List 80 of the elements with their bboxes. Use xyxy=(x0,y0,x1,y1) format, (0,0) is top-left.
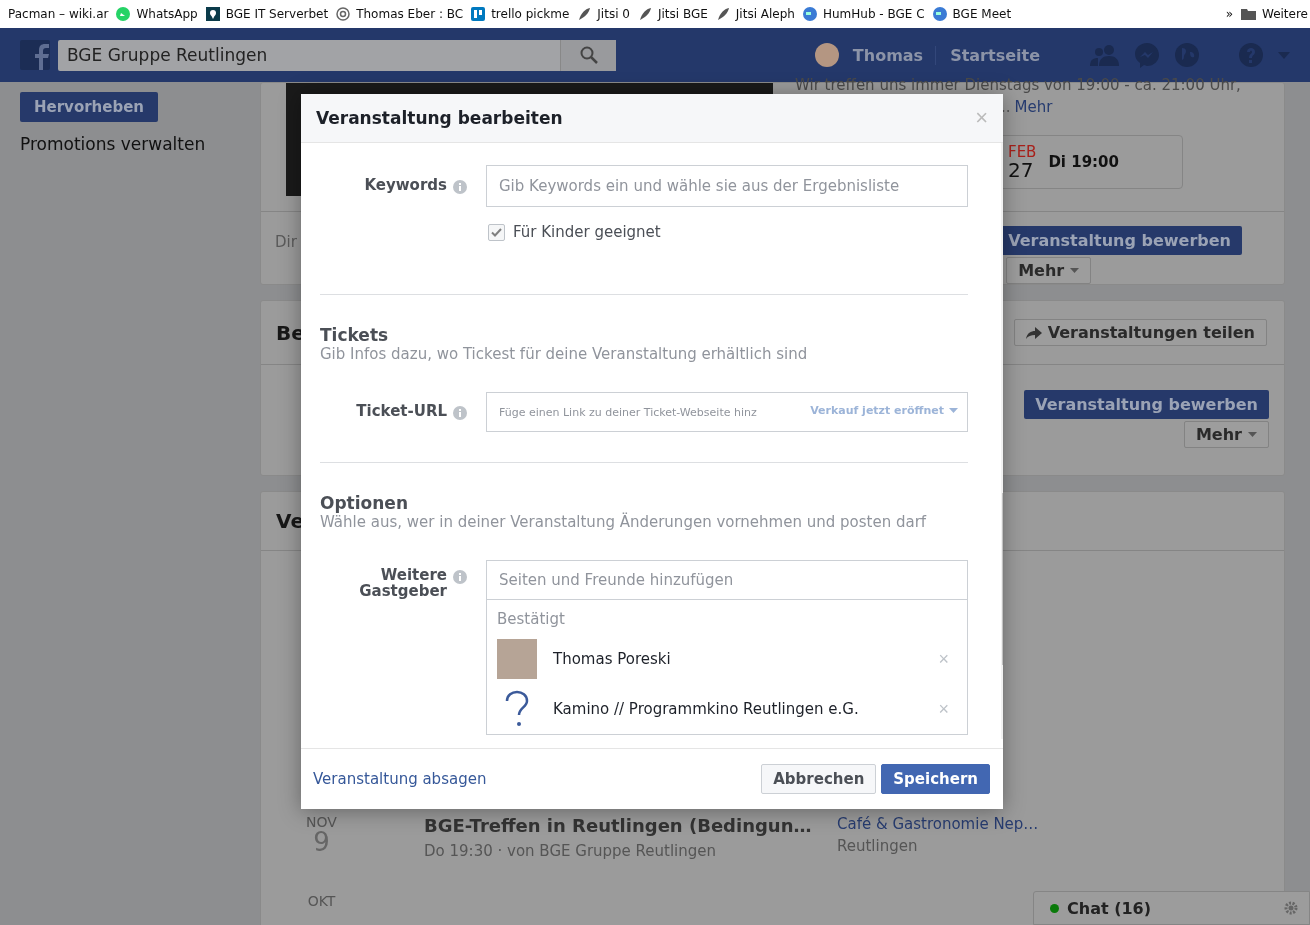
bookmark-link[interactable]: BGE Meet xyxy=(932,7,1012,21)
promote-event-button[interactable]: Veranstaltung bewerben xyxy=(1024,390,1269,419)
caret-icon xyxy=(1070,268,1080,273)
group-label: Bestätigt xyxy=(497,610,566,628)
month-text: OKT xyxy=(307,894,336,909)
highlight-button[interactable]: Hervorheben xyxy=(20,92,159,122)
bookmark-link[interactable]: BGE IT Serverbet xyxy=(205,7,329,21)
host-name: Thomas Poreski xyxy=(553,650,672,668)
cancel-button[interactable]: Abbrechen xyxy=(761,764,877,794)
section-title: Tickets xyxy=(320,325,390,345)
chat-bar[interactable]: Chat (16) xyxy=(1033,891,1310,925)
section-subtitle: Gib Infos dazu, wo Tickest für deine Veranstaltung erhältlich sind xyxy=(320,345,809,363)
bookmark-link[interactable]: trello pickme xyxy=(471,7,570,21)
city-text: Reutlingen xyxy=(837,836,919,855)
field-label: Keywords xyxy=(364,178,447,194)
month-text: FEB xyxy=(1008,144,1037,160)
more-link[interactable]: Mehr xyxy=(1014,98,1053,116)
avatar[interactable] xyxy=(814,43,839,67)
save-button[interactable]: Speichern xyxy=(881,764,990,794)
ellipsis-text: .. xyxy=(1001,98,1011,116)
folder-icon xyxy=(1240,8,1256,20)
bookmark-link[interactable]: Jitsi 0 xyxy=(577,7,630,21)
settings-icon[interactable] xyxy=(1283,900,1299,916)
share-arrow-icon xyxy=(1025,326,1042,339)
checkbox-label: Für Kinder geeignet xyxy=(513,223,661,241)
logo-icon[interactable] xyxy=(20,40,50,70)
keywords-field[interactable]: Gib Keywords ein und wähle sie aus der Ergebnisliste xyxy=(486,165,968,207)
info-icon xyxy=(453,406,467,420)
cancel-event-link[interactable]: Veranstaltung absagen xyxy=(313,770,487,788)
chat-bubble-icon xyxy=(116,7,131,21)
info-icon xyxy=(453,570,467,584)
field-label: Ticket-URL xyxy=(356,404,447,420)
search-icon xyxy=(579,46,598,64)
description-text: Wir treffen uns immer Dienstags von 19:00 - ca. 21:00 Uhr, xyxy=(795,76,1242,94)
chat-label: Chat (16) xyxy=(1067,898,1153,918)
bookmark-link[interactable]: HumHub - BGE C xyxy=(802,7,925,21)
section-title: Optionen xyxy=(320,493,409,513)
bookmark-link[interactable]: Jitsi BGE xyxy=(637,7,708,21)
messenger-icon[interactable] xyxy=(1134,42,1160,68)
bookmark-link[interactable]: Jitsi Aleph xyxy=(715,7,795,21)
search-button[interactable] xyxy=(560,39,616,71)
pin-icon xyxy=(205,7,220,21)
checkmark-icon xyxy=(491,227,502,237)
day-text: 27 xyxy=(1008,159,1035,180)
search-field[interactable]: BGE Gruppe Reutlingen xyxy=(58,39,616,71)
help-icon[interactable] xyxy=(1238,42,1264,68)
board-icon xyxy=(471,7,486,21)
dialog-title: Veranstaltung bearbeiten xyxy=(316,108,563,128)
more-bookmarks-button[interactable]: » xyxy=(1225,7,1233,21)
feather-icon xyxy=(577,7,592,21)
card-footer-text: Dir xyxy=(275,233,297,251)
host-name: Kamino // Programmkino Reutlingen e.G. xyxy=(553,700,860,718)
profile-link[interactable]: Thomas xyxy=(852,45,937,65)
caret-icon xyxy=(949,408,958,413)
field-label: Weitere Gastgeber xyxy=(358,568,447,600)
bookmark-link[interactable]: WhatsApp xyxy=(116,7,198,21)
bookmark-folder[interactable]: Weitere xyxy=(1240,7,1308,21)
caret-icon xyxy=(1248,432,1257,437)
feather-icon xyxy=(715,7,730,21)
share-events-button[interactable]: Veranstaltungen teilen xyxy=(1013,319,1267,346)
more-button[interactable]: Mehr xyxy=(1183,421,1269,448)
friends-icon[interactable] xyxy=(1090,44,1120,66)
home-link[interactable]: Startseite xyxy=(950,45,1052,65)
caret-icon[interactable] xyxy=(1278,51,1290,59)
event-title[interactable]: BGE-Treffen in Reutlingen (Bedingun… xyxy=(424,814,837,836)
photo-placeholder xyxy=(497,639,537,679)
time-text: Di 19:00 xyxy=(1048,153,1119,171)
event-subtitle: Do 19:30 · von BGE Gruppe Reutlingen xyxy=(424,841,718,860)
place-link[interactable]: Café & Gastronomie Nep… xyxy=(837,814,1137,833)
feather-icon xyxy=(637,7,652,21)
section-subtitle: Wähle aus, wer in deiner Veranstaltung Änderungen vornehmen und posten darf xyxy=(320,513,928,531)
checkbox[interactable] xyxy=(488,223,505,241)
more-button[interactable]: Mehr xyxy=(1006,257,1092,284)
search-text: BGE Gruppe Reutlingen xyxy=(67,45,268,65)
bookmark-link[interactable]: Thomas Eber : BC xyxy=(336,7,464,21)
cohost-field[interactable]: Seiten und Freunde hinzufügen xyxy=(486,560,968,600)
bookmark-link[interactable]: Pacman – wiki.ar xyxy=(8,7,109,21)
info-icon xyxy=(453,180,467,194)
promotions-link[interactable]: Promotions verwalten xyxy=(20,134,206,154)
month-text: NOV xyxy=(306,814,337,829)
